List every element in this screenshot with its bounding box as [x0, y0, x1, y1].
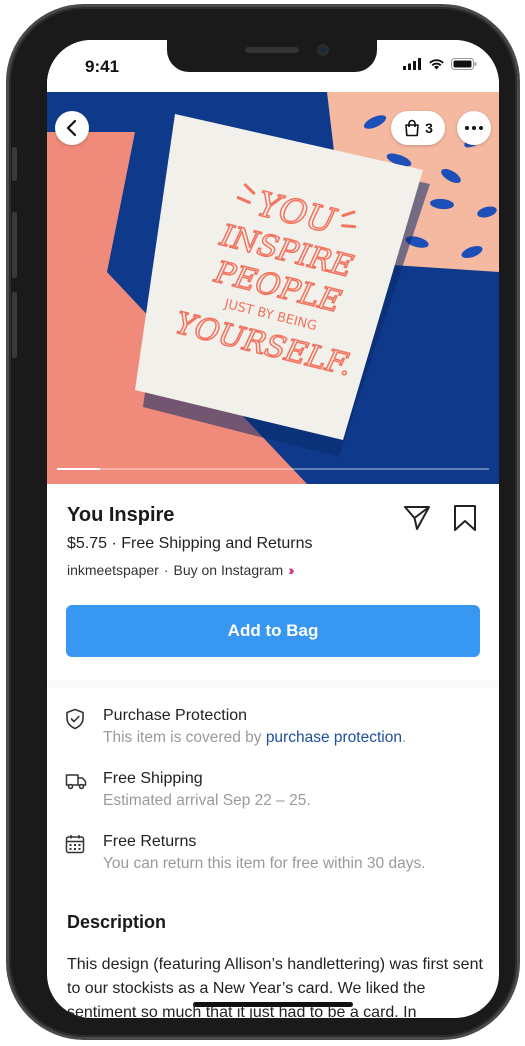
buy-on-instagram[interactable]: Buy on Instagram — [174, 562, 284, 578]
seller-line: inkmeetspaper · Buy on Instagram ›› — [67, 562, 295, 578]
seller-separator: · — [163, 562, 169, 578]
mute-switch — [12, 147, 17, 181]
shopping-bag-button[interactable]: 3 — [391, 111, 445, 145]
description-body: This design (featuring Allison’s handlet… — [67, 956, 483, 1018]
wifi-icon — [429, 59, 444, 70]
back-button[interactable] — [55, 111, 89, 145]
battery-icon — [451, 58, 477, 70]
shield-icon — [66, 708, 84, 730]
price-line: $5.75 · Free Shipping and Returns — [67, 535, 313, 552]
info-subtitle-text: This item is covered by — [103, 729, 266, 746]
share-button[interactable] — [403, 505, 431, 536]
volume-down-button — [12, 292, 17, 358]
chevron-right-icon: ›› — [288, 562, 295, 578]
product-title: You Inspire — [67, 504, 175, 526]
status-time: 9:41 — [85, 57, 120, 76]
notch — [167, 40, 377, 72]
bookmark-icon — [454, 505, 476, 531]
info-subtitle: Estimated arrival Sep 22 – 25. — [103, 792, 311, 809]
info-subtitle: You can return this item for free within… — [103, 855, 426, 872]
truck-icon — [65, 774, 87, 790]
info-subtitle: This item is covered by purchase protect… — [103, 729, 406, 747]
info-title: Free Returns — [103, 833, 197, 850]
info-title: Purchase Protection — [103, 707, 248, 724]
greeting-card-photo: YOU INSPIRE PEOPLE JUST BY BEING YOURSEL… — [47, 92, 499, 484]
shopping-bag-icon — [405, 119, 419, 137]
save-button[interactable] — [453, 504, 477, 537]
gallery-progress-fill — [57, 468, 101, 470]
seller-name[interactable]: inkmeetspaper — [67, 562, 159, 578]
gallery-progress — [57, 468, 489, 470]
description-heading: Description — [67, 912, 167, 932]
chevron-left-icon — [66, 119, 77, 137]
home-indicator[interactable] — [193, 1002, 353, 1007]
more-options-button[interactable] — [457, 111, 491, 145]
signal-icon — [403, 58, 421, 70]
status-icons — [403, 58, 477, 70]
info-title: Free Shipping — [103, 770, 203, 787]
send-icon — [404, 506, 430, 530]
more-horizontal-icon — [465, 126, 483, 130]
bag-count: 3 — [425, 120, 433, 136]
section-divider — [47, 680, 499, 688]
info-subtitle-suffix: . — [401, 729, 407, 746]
phone-frame: 9:41 YOU INSPIRE PEOPLE JUST BY BEING YO… — [6, 4, 520, 1040]
purchase-protection-link[interactable]: purchase protection — [266, 729, 402, 746]
speaker — [245, 47, 299, 53]
calendar-icon — [65, 835, 85, 854]
volume-up-button — [12, 212, 17, 278]
front-camera — [317, 44, 329, 56]
product-image[interactable]: YOU INSPIRE PEOPLE JUST BY BEING YOURSEL… — [47, 92, 499, 484]
add-to-bag-button[interactable]: Add to Bag — [66, 605, 480, 657]
screen: 9:41 YOU INSPIRE PEOPLE JUST BY BEING YO… — [47, 40, 499, 1018]
